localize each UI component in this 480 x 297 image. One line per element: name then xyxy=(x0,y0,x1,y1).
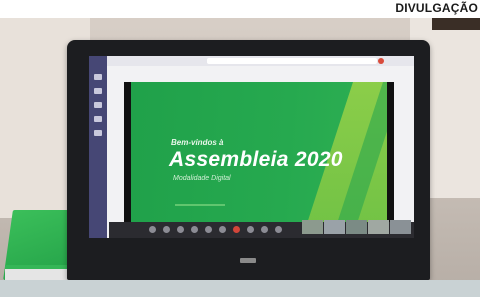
participant-tile[interactable] xyxy=(368,220,389,234)
slide-headline: Assembleia 2020 xyxy=(169,148,343,171)
more-icon[interactable] xyxy=(191,226,198,233)
laptop-logo xyxy=(240,258,256,263)
chat-icon[interactable] xyxy=(94,74,102,80)
slide-welcome: Bem-vindos à xyxy=(171,138,224,147)
desk-surface xyxy=(0,280,480,297)
avatar[interactable] xyxy=(378,58,384,64)
participant-tile[interactable] xyxy=(302,220,323,234)
slide-footer xyxy=(175,204,225,206)
calls-icon[interactable] xyxy=(94,116,102,122)
camera-icon[interactable] xyxy=(149,226,156,233)
raise-hand-icon[interactable] xyxy=(247,226,254,233)
participant-videos xyxy=(302,220,412,234)
participant-tile[interactable] xyxy=(324,220,345,234)
teams-icon[interactable] xyxy=(94,88,102,94)
reactions-icon[interactable] xyxy=(261,226,268,233)
slide-subtitle: Modalidade Digital xyxy=(173,175,231,182)
calendar-icon[interactable] xyxy=(94,102,102,108)
participant-tile[interactable] xyxy=(346,220,367,234)
participants-icon[interactable] xyxy=(219,226,226,233)
photo-credit: DIVULGAÇÃO xyxy=(395,1,478,15)
participant-tile[interactable] xyxy=(390,220,411,234)
chat-toggle-icon[interactable] xyxy=(205,226,212,233)
app-sidebar xyxy=(89,56,107,238)
title-bar xyxy=(107,56,414,66)
files-icon[interactable] xyxy=(94,130,102,136)
presentation-frame: Bem-vindos à Assembleia 2020 Modalidade … xyxy=(124,82,394,222)
shelf xyxy=(432,18,480,30)
search-input[interactable] xyxy=(207,58,377,64)
settings-icon[interactable] xyxy=(275,226,282,233)
mic-icon[interactable] xyxy=(163,226,170,233)
presentation-slide: Bem-vindos à Assembleia 2020 Modalidade … xyxy=(131,82,387,222)
hangup-icon[interactable] xyxy=(233,226,240,233)
share-icon[interactable] xyxy=(177,226,184,233)
laptop-screen: Bem-vindos à Assembleia 2020 Modalidade … xyxy=(89,56,414,238)
photo: DIVULGAÇÃO Bem-vindos à Assembleia 2020 … xyxy=(0,0,480,297)
